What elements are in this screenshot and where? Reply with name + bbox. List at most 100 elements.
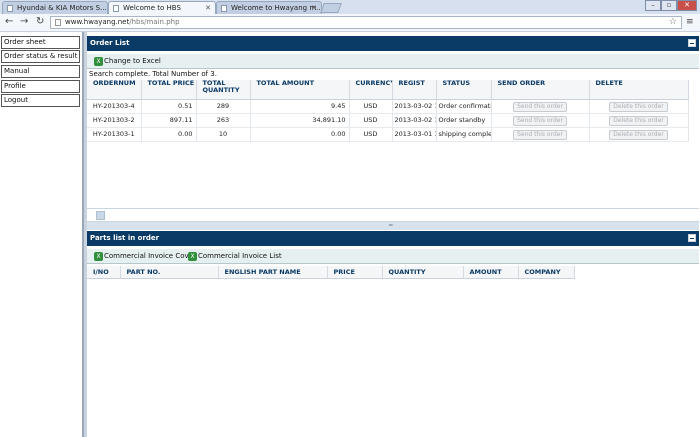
sidebar-item-label: Order sheet [4, 38, 46, 46]
commercial-invoice-cover-button[interactable]: X Commercial Invoice Cover [93, 251, 196, 262]
cell-regist: 2013-03-02 16 [392, 113, 437, 128]
tab-title: Welcome to Hwayang m... [231, 4, 322, 12]
delete-order-button[interactable]: Delete this order [609, 115, 668, 126]
cell-total-amount: 34,891.10 [250, 113, 350, 128]
cell-total-price: 897.11 [141, 113, 197, 128]
column-header[interactable]: TOTAL AMOUNT [250, 80, 350, 100]
cell-status: Order standby [436, 113, 492, 128]
cell-ordernum: HY-201303-2 [87, 113, 142, 128]
order-list-pager [87, 208, 699, 222]
delete-order-button[interactable]: Delete this order [609, 101, 668, 112]
menu-icon[interactable]: ≡ [686, 17, 694, 27]
collapse-icon[interactable] [688, 39, 696, 47]
page-icon [113, 5, 119, 12]
close-icon[interactable]: ✕ [311, 2, 317, 14]
sidebar-item-order-status[interactable]: Order status & result [1, 50, 80, 63]
excel-icon: X [94, 57, 103, 66]
column-header[interactable]: CURRENCY [349, 80, 393, 100]
browser-tab-hyundai[interactable]: Hyundai & KIA Motors S... [2, 1, 108, 14]
forward-arrow-icon[interactable]: → [20, 16, 28, 28]
cell-total-amount: 9.45 [250, 99, 350, 114]
send-order-button[interactable]: Send this order [513, 115, 567, 126]
change-to-excel-button[interactable]: X Change to Excel [93, 56, 161, 67]
button-label: Commercial Invoice List [198, 252, 282, 260]
new-tab-button[interactable] [320, 3, 342, 13]
cell-total-quantity: 10 [196, 127, 251, 142]
column-header[interactable]: ORDERNUM [87, 80, 142, 100]
cell-ordernum: HY-201303-4 [87, 99, 142, 114]
url-path: /hbs/main.php [129, 18, 180, 26]
table-row[interactable]: HY-201303-2 897.11 263 34,891.10 USD 201… [87, 113, 689, 128]
column-header[interactable]: QUANTITY [382, 266, 464, 279]
close-window-icon[interactable]: ✕ [677, 0, 697, 11]
collapse-icon[interactable] [688, 234, 696, 242]
order-list-toolbar: X Change to Excel [87, 54, 699, 69]
splitter-grip-icon: ═ [389, 222, 393, 229]
page-icon [7, 5, 13, 12]
panel-splitter[interactable]: ═ [87, 222, 699, 230]
excel-icon: X [94, 252, 103, 261]
sidebar-item-order-sheet[interactable]: Order sheet [1, 36, 80, 49]
table-row[interactable]: HY-201303-4 0.51 289 9.45 USD 2013-03-02… [87, 99, 689, 114]
cell-total-quantity: 263 [196, 113, 251, 128]
sidebar-item-manual[interactable]: Manual [1, 65, 80, 78]
excel-icon: X [188, 252, 197, 261]
cell-total-price: 0.51 [141, 99, 197, 114]
panel-title: Order List [90, 39, 130, 47]
sidebar-item-label: Manual [4, 67, 30, 75]
address-bar[interactable]: www.hwayang.net/hbs/main.php ☆ [50, 16, 682, 29]
column-header[interactable]: REGIST [392, 80, 437, 100]
cell-currency: USD [349, 99, 393, 114]
table-row[interactable]: HY-201303-1 0.00 10 0.00 USD 2013-03-01 … [87, 127, 689, 142]
page-icon[interactable] [96, 211, 105, 220]
browser-toolbar: ← → ↻ www.hwayang.net/hbs/main.php ☆ ≡ [0, 14, 700, 32]
bookmark-star-icon[interactable]: ☆ [669, 17, 677, 28]
browser-tab-strip: Hyundai & KIA Motors S... Welcome to HBS… [0, 0, 700, 14]
url-host: www.hwayang.net [65, 18, 130, 26]
cell-total-price: 0.00 [141, 127, 197, 142]
sidebar-item-profile[interactable]: Profile [1, 80, 80, 93]
commercial-invoice-list-button[interactable]: X Commercial Invoice List [187, 251, 282, 262]
column-header[interactable]: STATUS [436, 80, 492, 100]
minimize-icon[interactable]: – [645, 0, 661, 11]
column-header[interactable]: SEND ORDER [491, 80, 590, 100]
column-header[interactable]: TOTAL PRICE [141, 80, 197, 100]
cell-total-amount: 0.00 [250, 127, 350, 142]
cell-status: shipping comple [436, 127, 492, 142]
cell-regist: 2013-03-02 18 [392, 99, 437, 114]
column-header[interactable]: PART NO. [120, 266, 219, 279]
cell-status: Order confirmatic [436, 99, 492, 114]
column-header[interactable]: COMPANY [518, 266, 575, 279]
cell-total-quantity: 289 [196, 99, 251, 114]
browser-tab-hwayang[interactable]: Welcome to Hwayang m... ✕ [216, 1, 322, 14]
back-arrow-icon[interactable]: ← [5, 16, 13, 28]
button-label: Change to Excel [104, 57, 161, 65]
table-header-row: I/NO PART NO. ENGLISH PART NAME PRICE QU… [87, 266, 575, 279]
table-header-row: ORDERNUM TOTAL PRICE TOTAL QUANTITY TOTA… [87, 80, 689, 100]
column-header[interactable]: TOTAL QUANTITY [196, 80, 251, 100]
parts-list-toolbar: X Commercial Invoice Cover X Commercial … [87, 249, 699, 264]
column-header[interactable]: ENGLISH PART NAME [218, 266, 328, 279]
column-header[interactable]: DELETE [589, 80, 689, 100]
sidebar: Order sheet Order status & result Manual… [0, 32, 84, 437]
close-icon[interactable]: ✕ [205, 2, 211, 14]
cell-ordernum: HY-201303-1 [87, 127, 142, 142]
sidebar-item-label: Profile [4, 82, 26, 90]
sidebar-item-label: Order status & result [4, 52, 78, 60]
order-table: ORDERNUM TOTAL PRICE TOTAL QUANTITY TOTA… [87, 80, 689, 142]
sidebar-item-logout[interactable]: Logout [1, 94, 80, 107]
browser-tab-hbs[interactable]: Welcome to HBS ✕ [108, 1, 216, 14]
cell-currency: USD [349, 127, 393, 142]
maximize-icon[interactable]: ▫ [661, 0, 677, 11]
panel-title: Parts list in order [90, 234, 160, 242]
send-order-button[interactable]: Send this order [513, 129, 567, 140]
sidebar-item-label: Logout [4, 96, 28, 104]
column-header[interactable]: PRICE [327, 266, 383, 279]
button-label: Commercial Invoice Cover [104, 252, 196, 260]
column-header[interactable]: AMOUNT [463, 266, 519, 279]
tab-title: Welcome to HBS [123, 4, 181, 12]
reload-icon[interactable]: ↻ [36, 16, 44, 28]
column-header[interactable]: I/NO [87, 266, 121, 279]
send-order-button[interactable]: Send this order [513, 101, 567, 112]
delete-order-button[interactable]: Delete this order [609, 129, 668, 140]
